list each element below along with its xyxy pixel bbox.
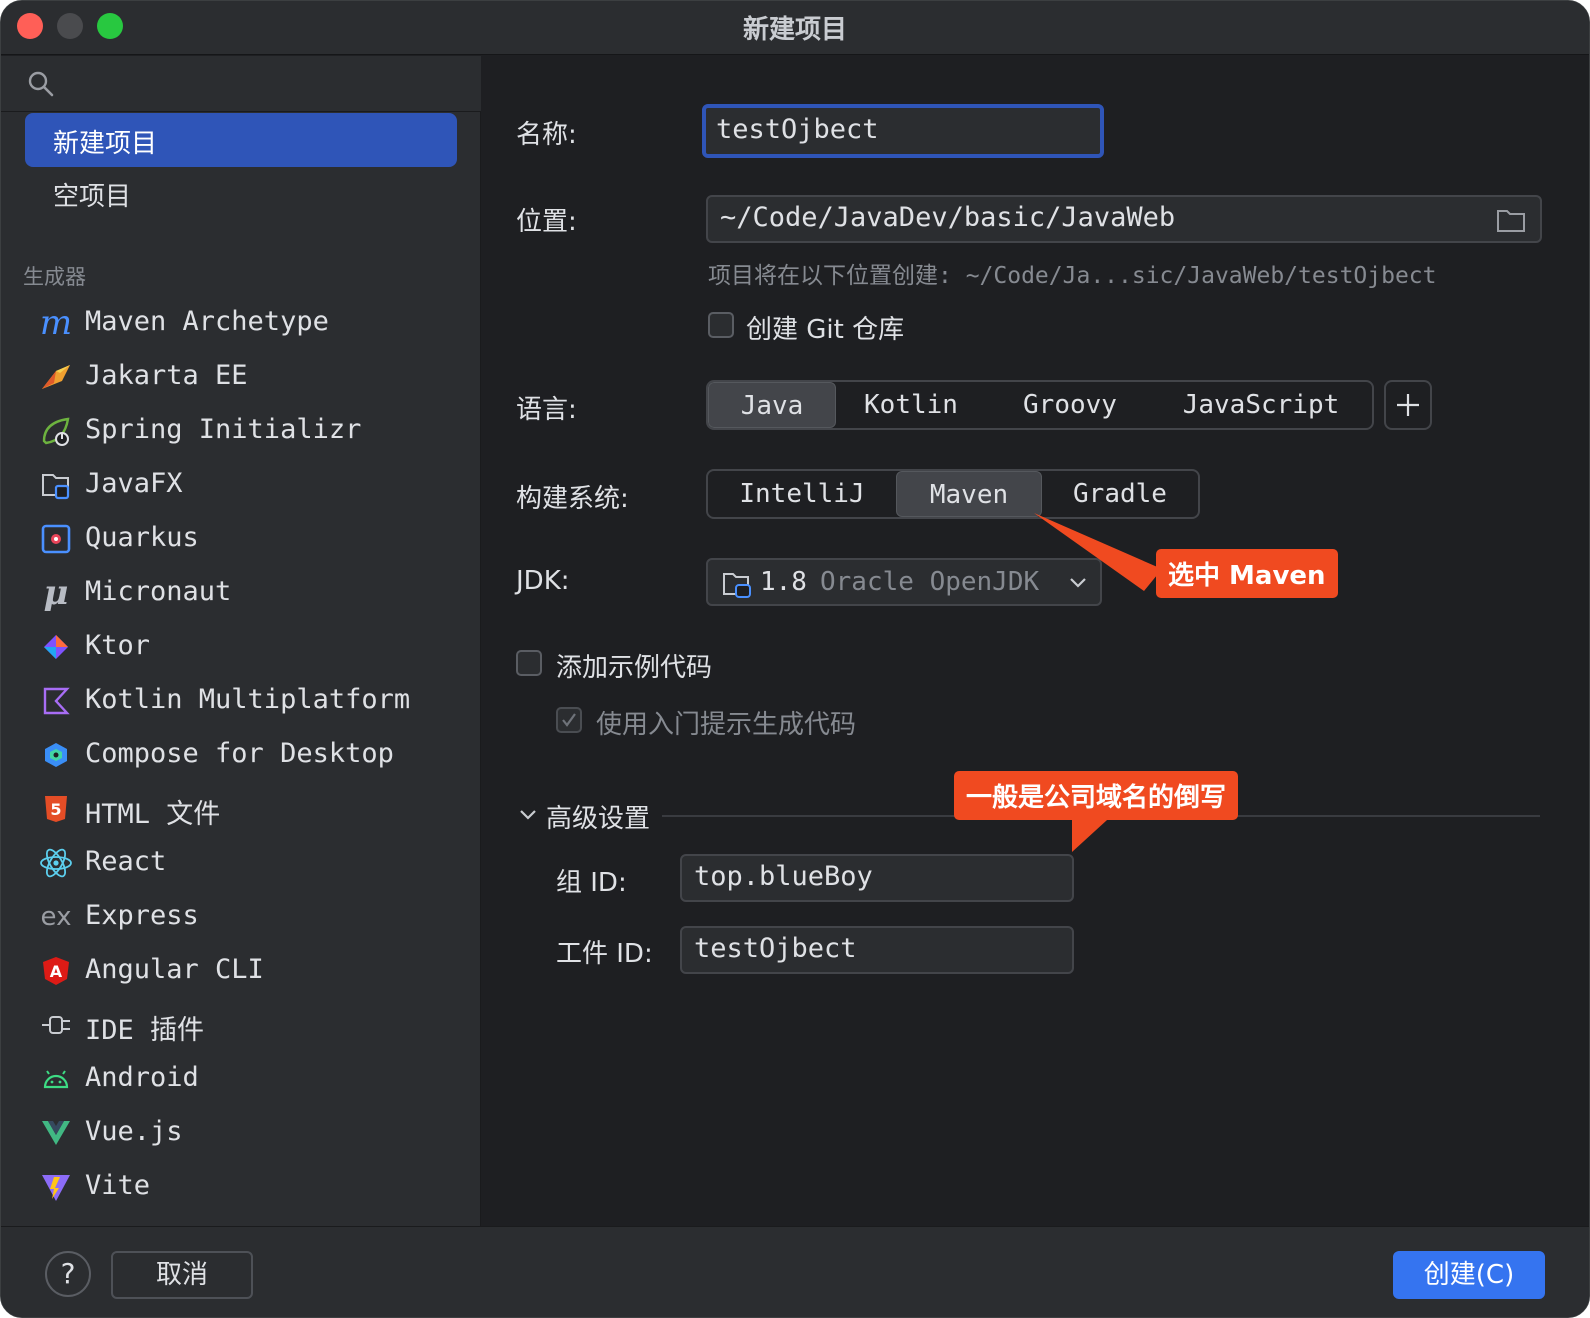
maven-icon: m <box>39 303 73 343</box>
new-project-dialog: 新建项目 新建项目 空项目 生成器 m Maven Archetype Jaka… <box>0 0 1590 1318</box>
title-bar: 新建项目 <box>1 1 1589 55</box>
language-label: 语言: <box>516 395 577 425</box>
generators-group-label: 生成器 <box>23 265 86 289</box>
generator-item-javafx[interactable]: JavaFX <box>1 458 481 512</box>
html5-icon: 5 <box>39 792 73 826</box>
group-id-input[interactable]: top.blueBoy <box>680 854 1074 902</box>
express-icon: ex <box>40 902 72 932</box>
plugin-icon <box>39 1008 73 1042</box>
plus-icon <box>1397 394 1419 416</box>
groupid-annotation: 一般是公司域名的倒写 <box>954 771 1239 820</box>
sidebar: 新建项目 空项目 生成器 m Maven Archetype Jakarta E… <box>1 56 481 1226</box>
svg-text:5: 5 <box>50 800 61 819</box>
generator-item-android[interactable]: Android <box>1 1052 481 1106</box>
jdk-vendor: Oracle OpenJDK <box>820 567 1040 597</box>
generator-item-maven-archetype[interactable]: m Maven Archetype <box>1 296 481 350</box>
location-input[interactable]: ~/Code/JavaDev/basic/JavaWeb <box>706 195 1542 243</box>
onboarding-checkbox[interactable] <box>556 707 582 733</box>
generator-item-ktor[interactable]: Ktor <box>1 620 481 674</box>
build-option-intellij[interactable]: IntelliJ <box>708 471 896 517</box>
location-value: ~/Code/JavaDev/basic/JavaWeb <box>720 202 1176 233</box>
advanced-chevron-icon[interactable] <box>518 808 538 822</box>
help-button[interactable]: ? <box>45 1251 91 1297</box>
git-repo-label: 创建 Git 仓库 <box>746 315 905 345</box>
dialog-footer: ? 取消 创建(C) <box>1 1226 1589 1317</box>
generator-item-ide-plugin[interactable]: IDE 插件 <box>1 998 481 1052</box>
generator-item-spring-initializr[interactable]: Spring Initializr <box>1 404 481 458</box>
sidebar-item-empty-project[interactable]: 空项目 <box>25 166 457 220</box>
checkmark-icon <box>562 713 576 727</box>
compose-icon <box>39 738 73 772</box>
ktor-icon <box>39 630 73 664</box>
group-id-label: 组 ID: <box>556 868 627 898</box>
react-icon <box>39 846 73 880</box>
generator-item-quarkus[interactable]: Quarkus <box>1 512 481 566</box>
add-language-button[interactable] <box>1384 380 1432 430</box>
generator-item-angular-cli[interactable]: A Angular CLI <box>1 944 481 998</box>
generator-item-vite[interactable]: Vite <box>1 1160 481 1214</box>
generator-item-compose-desktop[interactable]: Compose for Desktop <box>1 728 481 782</box>
cancel-button[interactable]: 取消 <box>111 1251 253 1299</box>
name-label: 名称: <box>516 120 577 150</box>
maven-annotation: 选中 Maven <box>1156 549 1338 598</box>
language-option-javascript[interactable]: JavaScript <box>1154 382 1368 428</box>
javafx-icon <box>39 468 73 502</box>
language-segmented-control: Java Kotlin Groovy JavaScript <box>706 380 1374 430</box>
build-option-maven[interactable]: Maven <box>896 471 1042 517</box>
onboarding-label: 使用入门提示生成代码 <box>596 710 857 740</box>
artifact-id-input[interactable]: testOjbect <box>680 926 1074 974</box>
language-option-groovy[interactable]: Groovy <box>986 382 1154 428</box>
spring-icon <box>39 414 73 448</box>
vue-icon <box>39 1116 73 1150</box>
android-icon <box>39 1062 73 1096</box>
vite-icon <box>39 1170 73 1204</box>
quarkus-icon <box>39 522 73 556</box>
sidebar-item-new-project[interactable]: 新建项目 <box>25 113 457 167</box>
generator-item-kotlin-multiplatform[interactable]: Kotlin Multiplatform <box>1 674 481 728</box>
search-icon <box>28 71 54 97</box>
svg-text:A: A <box>50 962 63 981</box>
git-repo-checkbox[interactable] <box>708 312 734 338</box>
jdk-label: JDK: <box>516 566 570 596</box>
language-option-java[interactable]: Java <box>708 382 836 428</box>
language-option-kotlin[interactable]: Kotlin <box>836 382 986 428</box>
location-label: 位置: <box>516 207 577 237</box>
micronaut-icon: μ <box>43 573 69 613</box>
generator-item-jakarta-ee[interactable]: Jakarta EE <box>1 350 481 404</box>
sample-code-checkbox[interactable] <box>516 650 542 676</box>
angular-icon: A <box>39 954 73 988</box>
window-title: 新建项目 <box>742 15 847 45</box>
artifact-id-label: 工件 ID: <box>556 939 653 969</box>
generator-item-express[interactable]: ex Express <box>1 890 481 944</box>
sidebar-search-input[interactable] <box>1 56 481 112</box>
build-system-label: 构建系统: <box>516 484 629 514</box>
sidebar-item-label: 空项目 <box>53 182 132 212</box>
generator-item-html-file[interactable]: 5 HTML 文件 <box>1 782 481 836</box>
generator-item-react[interactable]: React <box>1 836 481 890</box>
generator-item-micronaut[interactable]: μ Micronaut <box>1 566 481 620</box>
jdk-version: 1.8 <box>760 567 807 597</box>
location-hint: 项目将在以下位置创建: ~/Code/Ja...sic/JavaWeb/test… <box>708 263 1437 289</box>
folder-icon[interactable] <box>1496 207 1526 233</box>
sample-code-label: 添加示例代码 <box>556 653 713 683</box>
advanced-settings-toggle[interactable]: 高级设置 <box>546 798 650 835</box>
project-form: 名称: testOjbect 位置: ~/Code/JavaDev/basic/… <box>482 56 1589 1226</box>
generator-item-vuejs[interactable]: Vue.js <box>1 1106 481 1160</box>
sidebar-item-label: 新建项目 <box>53 129 158 159</box>
name-input[interactable]: testOjbect <box>702 104 1104 158</box>
create-button[interactable]: 创建(C) <box>1393 1251 1545 1299</box>
generator-list: m Maven Archetype Jakarta EE Spring Init… <box>1 296 481 1214</box>
kotlin-multiplatform-icon <box>39 684 73 718</box>
jakarta-ee-icon <box>39 360 73 394</box>
jdk-folder-icon <box>723 573 751 598</box>
